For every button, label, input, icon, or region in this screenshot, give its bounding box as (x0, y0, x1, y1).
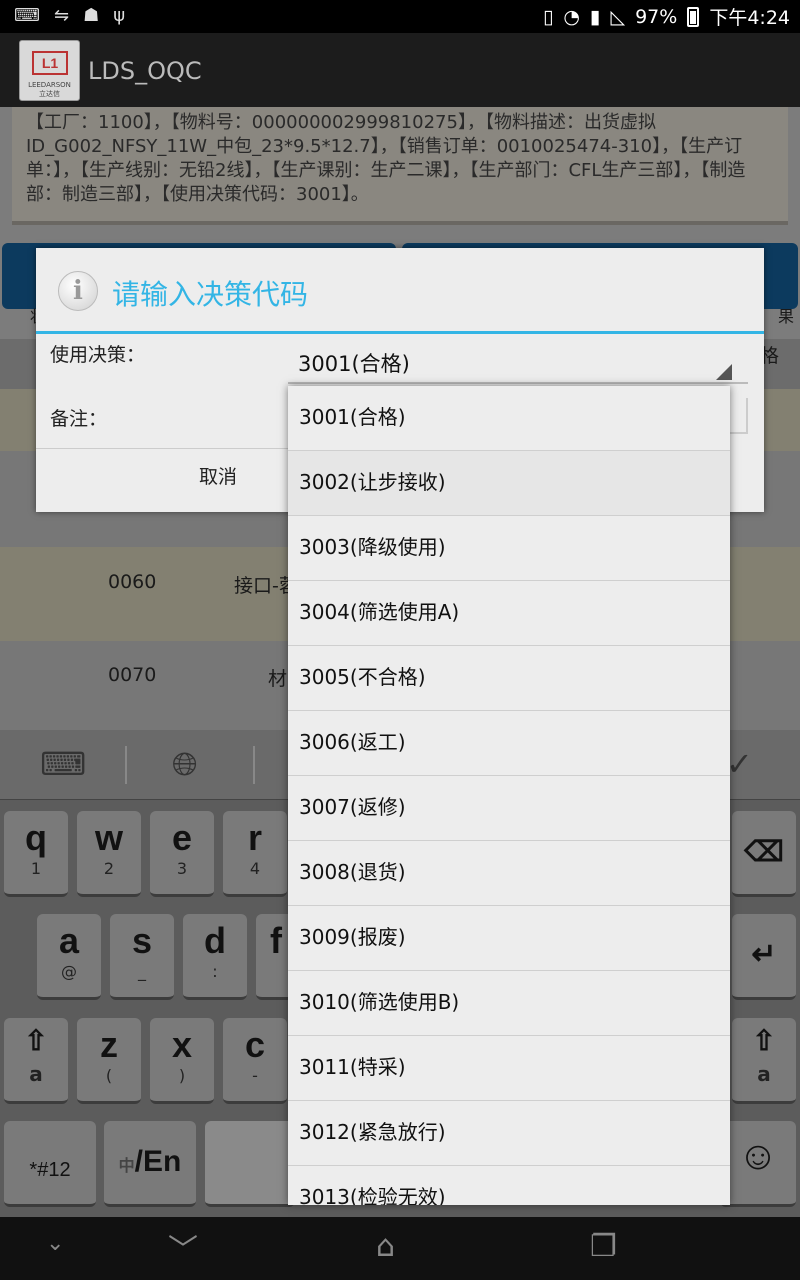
symbol-key[interactable]: *#12 (4, 1121, 96, 1207)
toolbar-divider (253, 746, 255, 784)
row-name: 材 (268, 668, 288, 690)
toolbar-divider (125, 746, 127, 784)
enter-key[interactable]: ↵ (732, 914, 796, 1000)
key-r[interactable]: r4 (223, 811, 287, 897)
row-code: 0060 (108, 571, 157, 593)
logo-text: LEEDARSON 立达信 (28, 81, 71, 98)
status-right: ▯ ◔ ▮ ◺ 97% 下午4:24 (543, 3, 790, 30)
key-c[interactable]: c- (223, 1018, 287, 1104)
space-key[interactable] (205, 1121, 295, 1207)
sync-icon: ⇋ (53, 5, 70, 26)
row-code: 0070 (108, 664, 157, 686)
dropdown-option[interactable]: 3011(特采) (288, 1036, 730, 1101)
dropdown-option[interactable]: 3003(降级使用) (288, 516, 730, 581)
battery-icon (687, 6, 700, 27)
shift-icon: ⇧ (752, 1025, 776, 1056)
shift-key-right[interactable]: ⇧ a (732, 1018, 796, 1104)
sim-icon: ▮ (590, 5, 601, 28)
battery-percent: 97% (635, 5, 678, 28)
info-icon: i (58, 271, 98, 311)
home-icon[interactable]: ⌂ (376, 1229, 395, 1264)
keyboard-icon: ⌨ (14, 5, 40, 26)
dropdown-option[interactable]: 3004(筛选使用A) (288, 581, 730, 646)
logo-mark: L1 (32, 51, 68, 75)
action-bar: L1 LEEDARSON 立达信 LDS_OQC (0, 33, 800, 107)
signal-icon: ◺ (610, 5, 626, 28)
dropdown-option[interactable]: 3002(让步接收) (288, 451, 730, 516)
material-info: 【工厂：1100】，【物料号：000000002999810275】，【物料描述… (12, 107, 788, 225)
remark-label: 备注： (50, 408, 108, 430)
recent-apps-icon[interactable]: ❐ (590, 1229, 617, 1264)
dropdown-option[interactable]: 3009(报废) (288, 906, 730, 971)
backspace-icon: ⌫ (744, 836, 784, 867)
key-a[interactable]: a @ (37, 914, 101, 1000)
key-x[interactable]: x) (150, 1018, 214, 1104)
app-logo[interactable]: L1 LEEDARSON 立达信 (19, 40, 80, 101)
keyboard-switch-icon[interactable]: ⌨ (40, 745, 86, 783)
smiley-icon: ☺ (737, 1134, 779, 1178)
lang-zh: 中 (118, 1158, 135, 1175)
dropdown-option[interactable]: 3013(检验无效) (288, 1166, 730, 1205)
key-e[interactable]: e3 (150, 811, 214, 897)
status-bar: ⌨ ⇋ ☗ ψ ▯ ◔ ▮ ◺ 97% 下午4:24 (0, 0, 800, 33)
android-icon: ☗ (83, 5, 100, 26)
decision-label: 使用决策： (50, 344, 146, 366)
enter-icon: ↵ (751, 938, 777, 971)
check-icon[interactable]: ✓ (726, 745, 753, 783)
hide-keyboard-icon[interactable]: ⌄ (46, 1231, 64, 1256)
status-left-icons: ⌨ ⇋ ☗ ψ (14, 5, 125, 26)
dropdown-option[interactable]: 3005(不合格) (288, 646, 730, 711)
rotate-icon: ▯ (542, 5, 554, 28)
lang-en: /En (134, 1145, 182, 1178)
dropdown-option[interactable]: 3006(返工) (288, 711, 730, 776)
language-key[interactable]: 中/En (104, 1121, 196, 1207)
dropdown-option[interactable]: 3007(返修) (288, 776, 730, 841)
dialog-title: 请输入决策代码 (112, 278, 309, 311)
dropdown-option[interactable]: 3001(合格) (288, 386, 730, 451)
key-s[interactable]: s _ (110, 914, 174, 1000)
navigation-bar: ⌄ ﹀ ⌂ ❐ (0, 1217, 800, 1280)
key-z[interactable]: z( (77, 1018, 141, 1104)
emoji-key[interactable]: ☺ (720, 1121, 796, 1207)
backspace-key[interactable]: ⌫ (732, 811, 796, 897)
back-icon[interactable]: ﹀ (168, 1225, 198, 1269)
key-w[interactable]: w2 (77, 811, 141, 897)
dropdown-arrow-icon (716, 364, 732, 380)
key-d[interactable]: d: (183, 914, 247, 1000)
app-title: LDS_OQC (88, 57, 202, 85)
clock: 下午4:24 (709, 7, 790, 29)
globe-icon[interactable]: 🌐︎ (172, 745, 198, 784)
shift-icon: ⇧ (24, 1025, 48, 1056)
decision-selected-value: 3001(合格) (298, 352, 410, 376)
dialog-header: i 请输入决策代码 (36, 248, 764, 334)
right-partial-label: 果 (778, 307, 795, 326)
dropdown-option[interactable]: 3010(筛选使用B) (288, 971, 730, 1036)
dropdown-option[interactable]: 3012(紧急放行) (288, 1101, 730, 1166)
decision-dropdown-list: 3001(合格) 3002(让步接收) 3003(降级使用) 3004(筛选使用… (288, 386, 730, 1205)
shift-key-left[interactable]: ⇧ a (4, 1018, 68, 1104)
wifi-icon: ◔ (563, 5, 580, 28)
dropdown-option[interactable]: 3008(退货) (288, 841, 730, 906)
decision-select[interactable]: 3001(合格) (288, 340, 748, 384)
key-q[interactable]: q1 (4, 811, 68, 897)
usb-icon: ψ (113, 5, 126, 26)
